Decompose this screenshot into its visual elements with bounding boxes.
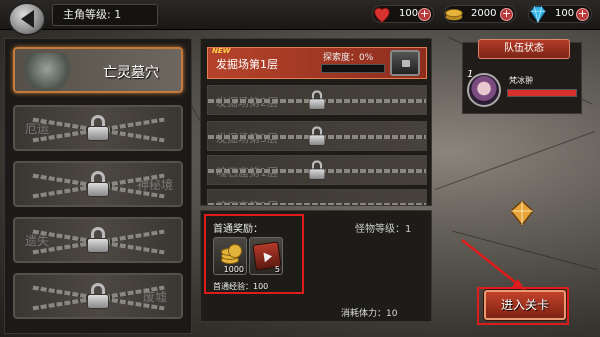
- player-level-label: 主角等级:: [63, 8, 111, 21]
- zone-item-locked[interactable]: 神秘境: [13, 161, 183, 207]
- gold-resource: 2000 +: [444, 5, 516, 23]
- zone-list: 亡灵墓穴 厄运 神秘境 遗失 废墟: [4, 38, 192, 334]
- zone-item-locked[interactable]: 厄运: [13, 105, 183, 151]
- back-arrow-icon: [20, 10, 34, 28]
- zone-name: 亡灵墓穴: [103, 65, 159, 81]
- hero-name: 梵冰翀: [509, 76, 533, 85]
- hero-hp-bar: [507, 89, 577, 97]
- reward-highlight-outline: [204, 214, 304, 294]
- stamina-cost-value: 10: [386, 309, 398, 319]
- gold-coin-icon: [445, 8, 463, 21]
- diamond-icon: [530, 6, 546, 24]
- lock-icon: [308, 160, 326, 180]
- lock-icon: [87, 227, 109, 253]
- stage-item-locked[interactable]: 发掘场第2层: [207, 85, 427, 115]
- stamina-cost: 消耗体力：10: [341, 306, 397, 319]
- monster-level-label: 怪物等级：: [355, 224, 405, 235]
- team-status-panel: 队伍状态 1 梵冰翀: [462, 39, 582, 114]
- add-gold-button[interactable]: +: [500, 8, 513, 21]
- exploration-label: 探索度：0%: [323, 53, 374, 63]
- stamina-cost-label: 消耗体力：: [341, 309, 387, 319]
- back-button[interactable]: [8, 2, 46, 36]
- hero-hp-fill: [508, 90, 576, 96]
- top-bar: 主角等级: 1 100 + 2000 + 100 +: [0, 0, 600, 30]
- gold-value: 2000: [471, 8, 497, 19]
- stage-name: 发掘场第1层: [216, 58, 278, 71]
- undead-zone-icon: [21, 53, 73, 91]
- stamina-value: 100: [399, 8, 419, 19]
- lock-icon: [87, 115, 109, 141]
- exploration-bar: [321, 64, 385, 73]
- hero-level: 1: [467, 69, 474, 80]
- stage-item-active[interactable]: NEW 发掘场第1层 探索度：0%: [207, 47, 427, 79]
- monster-level-value: 1: [405, 224, 412, 235]
- lock-icon: [87, 283, 109, 309]
- lock-icon: [308, 126, 326, 146]
- team-status-header: 队伍状态: [478, 39, 570, 59]
- lock-icon: [87, 171, 109, 197]
- player-level-value: 1: [114, 8, 122, 21]
- add-diamond-button[interactable]: +: [576, 8, 589, 21]
- stamina-resource: 100 +: [372, 5, 434, 23]
- stage-marker-icon: [509, 199, 535, 227]
- stage-item-locked[interactable]: 魂石窟第1层: [207, 155, 427, 185]
- lock-icon: [308, 90, 326, 110]
- stage-item-locked[interactable]: 发掘场第3层: [207, 121, 427, 151]
- zone-item-locked[interactable]: 废墟: [13, 273, 183, 319]
- diamond-resource: 100 +: [528, 5, 592, 24]
- add-stamina-button[interactable]: +: [418, 8, 431, 21]
- new-badge: NEW: [212, 47, 231, 55]
- player-level-panel: 主角等级: 1: [52, 4, 158, 26]
- enter-button-highlight-outline: [477, 287, 569, 325]
- zone-item-locked[interactable]: 遗失: [13, 217, 183, 263]
- zone-item-active[interactable]: 亡灵墓穴: [13, 47, 183, 93]
- diamond-value: 100: [555, 8, 575, 19]
- treasure-chest-icon[interactable]: [390, 50, 420, 76]
- stage-item-locked[interactable]: 魂石窟第2层: [207, 189, 427, 205]
- monster-level: 怪物等级：1: [355, 220, 411, 235]
- stage-list: NEW 发掘场第1层 探索度：0% 发掘场第2层 发掘场第3层 魂石窟第1层 魂…: [200, 38, 432, 206]
- heart-icon: [374, 7, 390, 23]
